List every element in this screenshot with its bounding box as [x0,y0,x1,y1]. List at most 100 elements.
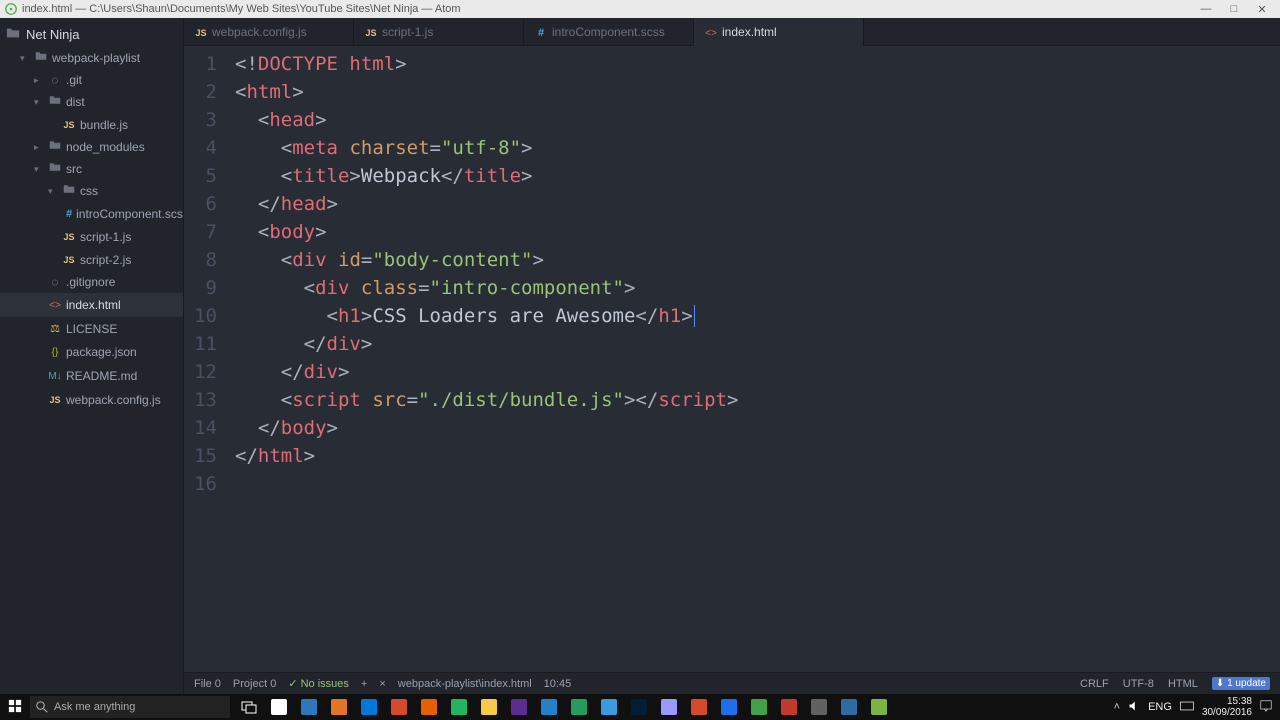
tree-item[interactable]: JSbundle.js [0,113,183,136]
status-issues[interactable]: ✓ No issues [288,677,349,690]
tab-label: introComponent.scss [552,25,665,39]
taskbar-app-icon[interactable] [324,694,354,720]
status-updates[interactable]: ⬇ 1 update [1212,677,1270,690]
window-titlebar: index.html — C:\Users\Shaun\Documents\My… [0,0,1280,18]
editor-tab[interactable]: <>index.html [694,18,864,45]
status-grammar[interactable]: HTML [1168,678,1198,690]
status-bar: File 0 Project 0 ✓ No issues + × webpack… [184,672,1280,694]
tree-item-label: introComponent.scss [76,205,184,223]
tree-item[interactable]: ▾webpack-playlist [0,47,183,69]
taskbar-app-icon[interactable] [444,694,474,720]
tree-item[interactable]: M↓README.md [0,364,183,388]
taskbar-app-icon[interactable] [684,694,714,720]
file-tree-sidebar[interactable]: Net Ninja ▾webpack-playlist▸◌.git▾distJS… [0,18,184,694]
taskbar-app-icon[interactable] [474,694,504,720]
tree-item[interactable]: ▾css [0,180,183,202]
code-line[interactable]: <title>Webpack</title> [235,162,738,190]
tree-item[interactable]: JSwebpack.config.js [0,388,183,411]
editor-tab[interactable]: JSwebpack.config.js [184,18,354,45]
code-lines[interactable]: <!DOCTYPE html><html> <head> <meta chars… [229,46,738,672]
code-line[interactable]: <div class="intro-component"> [235,274,738,302]
tree-item[interactable]: <>index.html [0,293,183,317]
taskbar-app-icon[interactable] [594,694,624,720]
status-file[interactable]: File 0 [194,678,221,690]
status-project[interactable]: Project 0 [233,678,276,690]
taskbar-app-icon[interactable] [864,694,894,720]
editor-tab[interactable]: #introComponent.scss [524,18,694,45]
tree-item[interactable]: ▸node_modules [0,136,183,158]
maximize-button[interactable]: □ [1220,3,1248,15]
tree-item-label: package.json [66,343,137,361]
tray-clock[interactable]: 15:38 30/09/2016 [1202,696,1252,718]
taskbar-app-icon[interactable] [354,694,384,720]
tree-item[interactable]: JSscript-2.js [0,248,183,271]
editor-tab[interactable]: JSscript-1.js [354,18,524,45]
code-line[interactable]: <!DOCTYPE html> [235,50,738,78]
js-icon: JS [62,250,76,269]
taskbar-app-icon[interactable] [294,694,324,720]
taskbar-app-icon[interactable] [624,694,654,720]
tree-item[interactable]: #introComponent.scss [0,202,183,225]
json-icon: {} [48,342,62,362]
code-line[interactable]: <head> [235,106,738,134]
code-line[interactable]: <h1>CSS Loaders are Awesome</h1> [235,302,738,330]
code-line[interactable]: <div id="body-content"> [235,246,738,274]
tree-item[interactable]: ▾dist [0,91,183,113]
taskbar-app-icon[interactable] [744,694,774,720]
code-line[interactable]: <html> [235,78,738,106]
taskbar-app-icon[interactable] [534,694,564,720]
status-close[interactable]: × [379,678,385,690]
editor-tabs: JSwebpack.config.jsJSscript-1.js#introCo… [184,18,1280,46]
code-line[interactable]: </head> [235,190,738,218]
taskbar-app-icon[interactable] [774,694,804,720]
html-icon: <> [48,295,62,315]
lic-icon: ⚖ [48,319,62,338]
code-line[interactable]: <body> [235,218,738,246]
tree-item-label: css [80,182,98,200]
taskbar-app-icon[interactable] [654,694,684,720]
tree-item[interactable]: JSscript-1.js [0,225,183,248]
tree-item[interactable]: ⚖LICENSE [0,317,183,340]
task-view-button[interactable] [234,694,264,720]
status-add[interactable]: + [361,678,367,690]
taskbar-app-icon[interactable] [834,694,864,720]
taskbar-app-icon[interactable] [714,694,744,720]
code-line[interactable]: </div> [235,330,738,358]
code-line[interactable]: </div> [235,358,738,386]
chevron-icon: ▾ [34,93,44,111]
folder-icon [6,26,20,43]
chevron-icon: ▸ [34,71,44,89]
tray-notifications-icon[interactable] [1260,700,1272,715]
project-root[interactable]: Net Ninja [0,18,183,47]
code-editor[interactable]: 12345678910111213141516 <!DOCTYPE html><… [184,46,1280,672]
tray-language[interactable]: ENG [1148,701,1172,713]
status-encoding[interactable]: UTF-8 [1123,678,1154,690]
taskbar-app-icon[interactable] [384,694,414,720]
tree-item[interactable]: ▾src [0,158,183,180]
code-line[interactable]: </html> [235,442,738,470]
code-line[interactable]: <meta charset="utf-8"> [235,134,738,162]
html-icon: <> [704,25,718,39]
tray-volume-icon[interactable] [1128,700,1140,715]
tray-keyboard-icon[interactable] [1180,701,1194,714]
taskbar-app-icon[interactable] [504,694,534,720]
tree-item[interactable]: ◌.gitignore [0,271,183,293]
status-path[interactable]: webpack-playlist\index.html [398,678,532,690]
taskbar-app-icon[interactable] [804,694,834,720]
taskbar-app-icon[interactable] [264,694,294,720]
git-icon: ◌ [48,71,62,89]
minimize-button[interactable]: — [1192,3,1220,15]
tree-item[interactable]: {}package.json [0,340,183,364]
close-window-button[interactable]: ✕ [1248,3,1276,16]
taskbar-app-icon[interactable] [414,694,444,720]
code-line[interactable]: </body> [235,414,738,442]
tray-chevron-icon[interactable]: ˄ [1114,701,1120,713]
status-cursor[interactable]: 10:45 [544,678,572,690]
taskbar-app-icon[interactable] [564,694,594,720]
cortana-search[interactable]: Ask me anything [30,696,230,718]
tab-label: webpack.config.js [212,25,307,39]
code-line[interactable]: <script src="./dist/bundle.js"></script> [235,386,738,414]
status-eol[interactable]: CRLF [1080,678,1109,690]
tree-item[interactable]: ▸◌.git [0,69,183,91]
start-button[interactable] [0,699,30,716]
